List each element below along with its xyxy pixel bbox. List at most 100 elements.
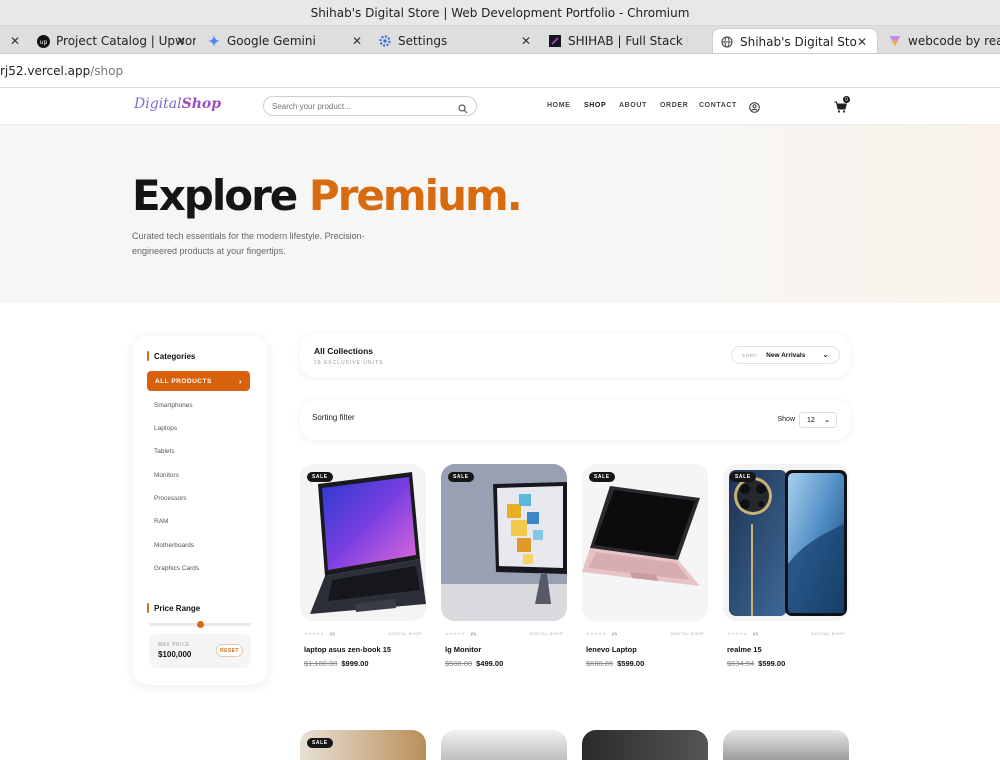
tab-settings[interactable]: Settings ✕	[378, 28, 541, 53]
category-tablets[interactable]: Tablets	[154, 448, 175, 455]
show-label: Show	[777, 416, 795, 423]
price-range-heading: Price Range	[147, 603, 200, 613]
tab-digital-store[interactable]: Shihab's Digital Store | W ✕	[712, 28, 878, 53]
category-monitors[interactable]: Monitors	[154, 472, 179, 479]
product-image[interactable]: SALE	[582, 464, 708, 621]
sale-badge: SALE	[589, 472, 615, 482]
upwork-icon: up	[36, 34, 50, 48]
sort-select[interactable]: SORT: New Arrivals ⌄	[731, 346, 840, 364]
category-graphics-cards[interactable]: Graphics Cards	[154, 565, 199, 572]
site-logo[interactable]: DigitalShop	[134, 96, 221, 112]
brand-label: DIGITAL SHOP	[811, 631, 845, 636]
sale-badge: SALE	[307, 738, 333, 748]
old-price: $634.94	[727, 659, 755, 668]
laptop-product-image	[310, 472, 426, 614]
rating-stars: ★★★★★	[445, 631, 466, 636]
chevron-down-icon: ⌄	[824, 417, 830, 424]
review-count: (0)	[471, 631, 476, 636]
product-card[interactable]	[723, 730, 849, 760]
nav-order[interactable]: ORDER	[660, 102, 688, 109]
product-image[interactable]: SALE	[723, 464, 849, 621]
review-count: (0)	[753, 631, 758, 636]
price-slider-handle[interactable]	[197, 621, 204, 628]
product-image[interactable]: SALE	[300, 464, 426, 621]
max-price-value: $100,000	[158, 650, 192, 659]
brand-label: DIGITAL SHOP	[388, 631, 422, 636]
tab-strip: ✕ up Project Catalog | Upwork ✕ Google G…	[0, 26, 1000, 54]
sort-label: SORT:	[742, 352, 759, 358]
brand-label: DIGITAL SHOP	[670, 631, 704, 636]
close-tab-icon[interactable]: ✕	[10, 34, 20, 48]
sale-price: $599.00	[758, 659, 786, 668]
product-name[interactable]: laptop asus zen-book 15	[304, 645, 391, 654]
category-motherboards[interactable]: Motherboards	[154, 542, 194, 549]
url-host: rj52.vercel.app	[0, 63, 91, 78]
price-slider[interactable]	[149, 621, 251, 628]
svg-text:up: up	[39, 39, 47, 46]
show-count-select[interactable]: 12 ⌄	[799, 412, 837, 428]
nav-home[interactable]: HOME	[547, 102, 570, 109]
cart-count-badge: 0	[843, 96, 850, 103]
collection-title: All Collections	[314, 346, 374, 356]
tab-webcode[interactable]: webcode by react a	[888, 28, 1000, 53]
product-name[interactable]: realme 15	[727, 645, 762, 654]
categories-heading: Categories	[147, 351, 195, 361]
collection-header: All Collections 28 EXCLUSIVE UNITS SORT:…	[300, 334, 850, 377]
laptop-product-image	[582, 486, 700, 586]
rating-stars: ★★★★★	[727, 631, 748, 636]
product-image[interactable]: SALE	[441, 464, 567, 621]
url-path: /shop	[90, 63, 124, 78]
product-card[interactable]: SALE ★★★★★ (0) DIGITAL SHOP lenevo Lapto…	[582, 464, 708, 668]
product-card[interactable]: SALE	[300, 730, 426, 760]
vercel-icon	[888, 34, 902, 48]
product-card[interactable]: SALE ★★★★★ (0) DIGITAL SHOP realme 15 $6…	[723, 464, 849, 668]
gemini-icon	[207, 34, 221, 48]
address-bar[interactable]: rj52.vercel.app/shop	[0, 54, 1000, 88]
search-input[interactable]	[272, 101, 458, 111]
search-icon[interactable]	[458, 101, 468, 114]
nav-about[interactable]: ABOUT	[619, 102, 647, 109]
filter-sidebar: Categories ALL PRODUCTS › Smartphones La…	[133, 335, 267, 685]
user-account-icon[interactable]	[749, 100, 760, 113]
max-price-label: MAX PRICE	[158, 642, 191, 648]
sale-badge: SALE	[307, 472, 333, 482]
close-tab-icon[interactable]: ✕	[521, 34, 531, 48]
sale-price: $999.00	[341, 659, 369, 668]
product-name[interactable]: lg Monitor	[445, 645, 481, 654]
category-processors[interactable]: Processors	[154, 495, 187, 502]
old-price: $1,108.80	[304, 659, 338, 668]
close-tab-icon[interactable]: ✕	[857, 35, 867, 49]
product-price: $508.80 $499.00	[445, 659, 503, 668]
product-card[interactable]	[582, 730, 708, 760]
product-card[interactable]: SALE ★★★★★ (0) DIGITAL SHOP laptop asus …	[300, 464, 426, 668]
product-name[interactable]: lenevo Laptop	[586, 645, 637, 654]
sale-badge: SALE	[730, 472, 756, 482]
rating-stars: ★★★★★	[586, 631, 607, 636]
site-favicon	[548, 34, 562, 48]
tab-shihab-portfolio[interactable]: SHIHAB | Full Stack MERN	[548, 28, 710, 53]
category-all-products[interactable]: ALL PRODUCTS ›	[147, 371, 250, 391]
close-tab-icon[interactable]: ✕	[352, 34, 362, 48]
chevron-right-icon: ›	[238, 376, 242, 386]
max-price-box: MAX PRICE $100,000 RESET	[149, 634, 251, 668]
reset-button[interactable]: RESET	[216, 644, 243, 657]
product-card[interactable]: SALE ★★★★★ (0) DIGITAL SHOP lg Monitor $…	[441, 464, 567, 668]
tab-gemini[interactable]: Google Gemini ✕	[207, 28, 372, 53]
sorting-filter-bar: Sorting filter Show 12 ⌄	[300, 400, 850, 440]
window-title: Shihab's Digital Store | Web Development…	[0, 0, 1000, 26]
category-smartphones[interactable]: Smartphones	[154, 402, 193, 409]
nav-contact[interactable]: CONTACT	[699, 102, 737, 109]
nav-shop[interactable]: SHOP	[584, 102, 606, 109]
category-laptops[interactable]: Laptops	[154, 425, 177, 432]
rating-stars: ★★★★★	[304, 631, 325, 636]
old-price: $508.80	[445, 659, 473, 668]
product-price: $688.85 $599.00	[586, 659, 644, 668]
product-price: $634.94 $599.00	[727, 659, 785, 668]
collection-count: 28 EXCLUSIVE UNITS	[314, 360, 384, 366]
tab-upwork[interactable]: up Project Catalog | Upwork ✕	[36, 28, 196, 53]
brand-label: DIGITAL SHOP	[529, 631, 563, 636]
close-tab-icon[interactable]: ✕	[176, 34, 186, 48]
monitor-product-image	[441, 464, 567, 621]
product-card[interactable]	[441, 730, 567, 760]
category-ram[interactable]: RAM	[154, 518, 168, 525]
